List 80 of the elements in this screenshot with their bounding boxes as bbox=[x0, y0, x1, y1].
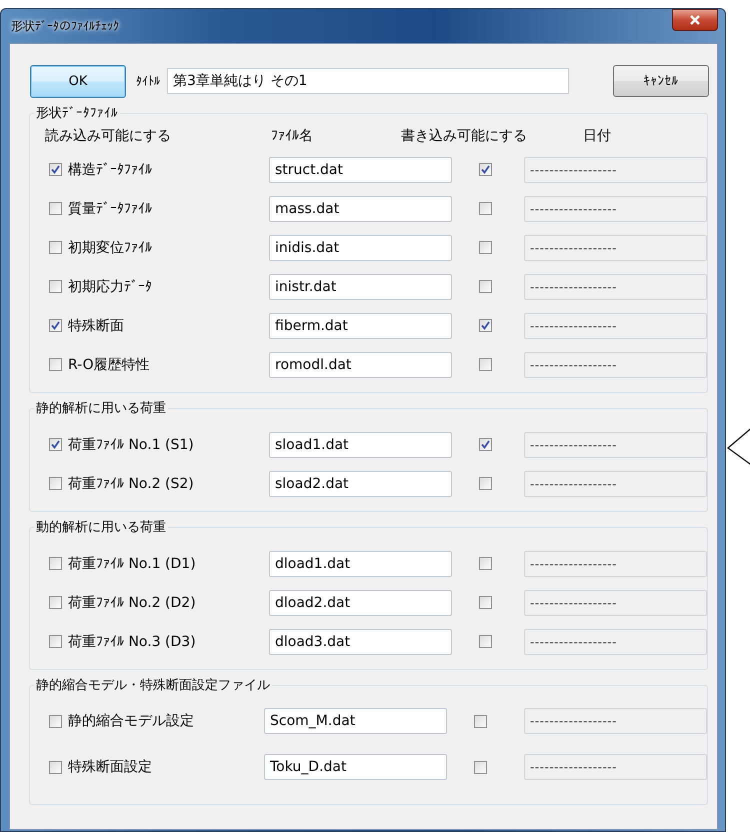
checkbox-label: 荷重ﾌｧｲﾙ No.3 (D3) bbox=[68, 632, 196, 650]
filename-field[interactable]: inidis.dat bbox=[269, 234, 452, 260]
filename-field[interactable]: struct.dat bbox=[269, 156, 452, 182]
date-field: ------------------ bbox=[524, 628, 707, 654]
column-header: 書き込み可能にする bbox=[401, 127, 528, 145]
filename-field[interactable]: sload1.dat bbox=[269, 432, 452, 458]
checkbox-label: 構造ﾃﾞｰﾀﾌｧｲﾙ bbox=[68, 160, 152, 178]
date-field: ------------------ bbox=[524, 312, 707, 338]
checkbox-label: 荷重ﾌｧｲﾙ No.1 (S1) bbox=[68, 436, 194, 454]
cancel-button[interactable]: ｷｬﾝｾﾙ bbox=[613, 65, 709, 97]
checkbox-label: 特殊断面設定 bbox=[68, 758, 152, 776]
checkbox[interactable] bbox=[479, 319, 492, 332]
checkbox[interactable] bbox=[479, 557, 492, 570]
date-field: ------------------ bbox=[524, 234, 707, 260]
checkbox[interactable] bbox=[49, 319, 62, 332]
filename-field[interactable]: fiberm.dat bbox=[269, 312, 452, 338]
checkbox[interactable] bbox=[479, 202, 492, 215]
filename-field[interactable]: dload3.dat bbox=[269, 628, 452, 654]
checkbox[interactable] bbox=[479, 438, 492, 451]
filename-field[interactable]: romodl.dat bbox=[269, 352, 452, 378]
checkbox-label: R-O履歴特性 bbox=[68, 356, 150, 374]
checkbox[interactable] bbox=[479, 280, 492, 293]
checkbox[interactable] bbox=[49, 557, 62, 570]
checkbox[interactable] bbox=[49, 202, 62, 215]
checkbox[interactable] bbox=[474, 714, 487, 728]
title-field[interactable]: 第3章単純はり その1 bbox=[167, 68, 569, 94]
group-title: 形状ﾃﾞｰﾀﾌｧｲﾙ bbox=[35, 105, 119, 122]
checkbox-label: 質量ﾃﾞｰﾀﾌｧｲﾙ bbox=[68, 200, 152, 218]
checkbox-label: 荷重ﾌｧｲﾙ No.2 (D2) bbox=[68, 594, 196, 612]
window-title: 形状ﾃﾞｰﾀのﾌｧｲﾙﾁｪｯｸ bbox=[10, 18, 119, 34]
filename-field[interactable]: dload1.dat bbox=[269, 550, 452, 576]
filename-field[interactable]: inistr.dat bbox=[269, 274, 452, 300]
column-header: 読み込み可能にする bbox=[45, 127, 172, 145]
filename-field[interactable]: Scom_M.dat bbox=[264, 708, 447, 734]
column-header: 日付 bbox=[583, 127, 611, 145]
checkbox-label: 初期応力ﾃﾞｰﾀ bbox=[68, 278, 152, 296]
filename-field[interactable]: mass.dat bbox=[269, 196, 452, 222]
date-field: ------------------ bbox=[524, 590, 707, 616]
checkbox[interactable] bbox=[479, 163, 492, 176]
date-field: ------------------ bbox=[524, 156, 707, 182]
date-field: ------------------ bbox=[524, 432, 707, 458]
date-field: ------------------ bbox=[524, 470, 707, 496]
close-icon bbox=[689, 15, 701, 25]
filename-field[interactable]: dload2.dat bbox=[269, 590, 452, 616]
group-title: 静的縮合モデル・特殊断面設定ファイル bbox=[35, 677, 271, 694]
checkbox[interactable] bbox=[479, 477, 492, 490]
checkbox[interactable] bbox=[49, 163, 62, 176]
checkbox[interactable] bbox=[49, 477, 62, 490]
checkbox-label: 荷重ﾌｧｲﾙ No.2 (S2) bbox=[68, 474, 194, 492]
checkbox[interactable] bbox=[49, 714, 62, 728]
ok-button[interactable]: OK bbox=[30, 64, 126, 98]
checkbox-label: 静的縮合モデル設定 bbox=[68, 712, 194, 730]
checkbox[interactable] bbox=[49, 438, 62, 451]
date-field: ------------------ bbox=[524, 708, 707, 734]
checkbox[interactable] bbox=[49, 635, 62, 648]
checkbox[interactable] bbox=[49, 280, 62, 293]
group-title: 動的解析に用いる荷重 bbox=[35, 519, 167, 536]
column-header: ﾌｧｲﾙ名 bbox=[271, 127, 314, 145]
checkbox[interactable] bbox=[479, 596, 492, 609]
checkbox[interactable] bbox=[479, 358, 492, 371]
checkbox[interactable] bbox=[49, 596, 62, 609]
date-field: ------------------ bbox=[524, 196, 707, 222]
checkbox[interactable] bbox=[49, 760, 62, 774]
checkbox[interactable] bbox=[49, 241, 62, 254]
date-field: ------------------ bbox=[524, 754, 707, 780]
checkbox-label: 荷重ﾌｧｲﾙ No.1 (D1) bbox=[68, 554, 196, 572]
checkbox[interactable] bbox=[479, 635, 492, 648]
filename-field[interactable]: Toku_D.dat bbox=[264, 754, 447, 780]
checkbox-label: 初期変位ﾌｧｲﾙ bbox=[68, 238, 152, 256]
close-button[interactable] bbox=[672, 9, 718, 31]
checkbox[interactable] bbox=[49, 358, 62, 371]
date-field: ------------------ bbox=[524, 352, 707, 378]
group-title: 静的解析に用いる荷重 bbox=[35, 400, 167, 417]
date-field: ------------------ bbox=[524, 550, 707, 576]
filename-field[interactable]: sload2.dat bbox=[269, 470, 452, 496]
checkbox[interactable] bbox=[479, 241, 492, 254]
date-field: ------------------ bbox=[524, 274, 707, 300]
checkbox[interactable] bbox=[474, 760, 487, 774]
checkbox-label: 特殊断面 bbox=[68, 316, 124, 334]
title-label: ﾀｲﾄﾙ bbox=[136, 74, 160, 88]
